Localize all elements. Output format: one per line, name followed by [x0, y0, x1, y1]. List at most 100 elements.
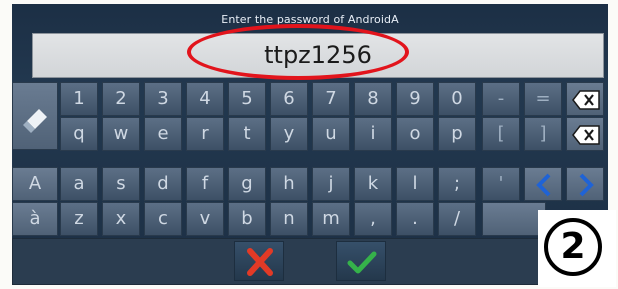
key-label: a	[73, 173, 85, 194]
key-label: g	[241, 173, 253, 194]
backspace-key[interactable]	[566, 117, 604, 151]
key-label: 7	[325, 88, 337, 109]
chevron-left-icon	[536, 173, 551, 197]
key-t[interactable]: t	[228, 117, 266, 151]
key-label: c	[158, 208, 168, 229]
key-label: x	[115, 208, 127, 229]
key-right-bracket[interactable]: ]	[524, 117, 562, 151]
key-equals[interactable]: =	[524, 82, 562, 116]
key-label: ]	[539, 123, 547, 144]
key-8[interactable]: 8	[354, 82, 392, 116]
confirm-button[interactable]	[336, 241, 386, 281]
cursor-left-key[interactable]	[524, 167, 562, 201]
key-1[interactable]: 1	[60, 82, 98, 116]
key-label: n	[283, 208, 295, 229]
key-x[interactable]: x	[102, 202, 140, 236]
key-label: -	[497, 88, 505, 109]
cursor-right-key[interactable]	[566, 167, 604, 201]
key-label: [	[497, 123, 505, 144]
backspace-key-top[interactable]	[566, 82, 604, 116]
key-left-bracket[interactable]: [	[482, 117, 520, 151]
key-comma[interactable]: ,	[354, 202, 392, 236]
shift-key[interactable]: A	[12, 167, 58, 201]
key-c[interactable]: c	[144, 202, 182, 236]
key-6[interactable]: 6	[270, 82, 308, 116]
key-q[interactable]: q	[60, 117, 98, 151]
key-label: w	[113, 123, 129, 144]
key-label: 9	[409, 88, 421, 109]
backspace-icon	[572, 125, 600, 145]
key-5[interactable]: 5	[228, 82, 266, 116]
key-z[interactable]: z	[60, 202, 98, 236]
key-d[interactable]: d	[144, 167, 182, 201]
key-i[interactable]: i	[354, 117, 392, 151]
key-label: 1	[73, 88, 85, 109]
key-label: 6	[283, 88, 295, 109]
key-label: ,	[370, 208, 376, 229]
key-a[interactable]: a	[60, 167, 98, 201]
key-label: z	[74, 208, 84, 229]
backspace-icon	[572, 90, 600, 110]
key-b[interactable]: b	[228, 202, 266, 236]
key-4[interactable]: 4	[186, 82, 224, 116]
space-key[interactable]	[482, 202, 546, 236]
key-7[interactable]: 7	[312, 82, 350, 116]
key-slash[interactable]: /	[438, 202, 476, 236]
key-label: u	[325, 123, 337, 144]
cancel-button[interactable]	[234, 241, 284, 281]
key-label: 0	[451, 88, 463, 109]
key-g[interactable]: g	[228, 167, 266, 201]
accent-key[interactable]: à	[12, 202, 58, 236]
key-v[interactable]: v	[186, 202, 224, 236]
key-period[interactable]: .	[396, 202, 434, 236]
key-u[interactable]: u	[312, 117, 350, 151]
key-j[interactable]: j	[312, 167, 350, 201]
key-p[interactable]: p	[438, 117, 476, 151]
eraser-icon	[23, 109, 47, 133]
on-screen-keyboard: A à 1 2 3 4 5 6 7 8 9 0 - = q w e r t y …	[12, 82, 608, 285]
key-e[interactable]: e	[144, 117, 182, 151]
key-label: ;	[453, 173, 461, 194]
key-label: l	[412, 173, 418, 194]
key-n[interactable]: n	[270, 202, 308, 236]
key-apostrophe[interactable]: '	[482, 167, 520, 201]
action-bar	[12, 238, 608, 285]
key-label: k	[367, 173, 379, 194]
key-label: t	[243, 123, 251, 144]
key-semicolon[interactable]: ;	[438, 167, 476, 201]
key-label: 5	[241, 88, 253, 109]
key-9[interactable]: 9	[396, 82, 434, 116]
key-h[interactable]: h	[270, 167, 308, 201]
key-label: m	[322, 208, 340, 229]
key-y[interactable]: y	[270, 117, 308, 151]
key-label: p	[451, 123, 463, 144]
password-highlight-circle	[187, 24, 409, 80]
key-label: o	[409, 123, 421, 144]
key-label: q	[73, 123, 85, 144]
key-2[interactable]: 2	[102, 82, 140, 116]
key-0[interactable]: 0	[438, 82, 476, 116]
step-number: 2	[544, 218, 602, 276]
key-f[interactable]: f	[186, 167, 224, 201]
key-label: 8	[367, 88, 379, 109]
key-label: d	[157, 173, 169, 194]
key-l[interactable]: l	[396, 167, 434, 201]
key-label: 3	[157, 88, 169, 109]
key-label: e	[157, 123, 169, 144]
key-label: b	[241, 208, 253, 229]
key-r[interactable]: r	[186, 117, 224, 151]
key-m[interactable]: m	[312, 202, 350, 236]
key-k[interactable]: k	[354, 167, 392, 201]
key-minus[interactable]: -	[482, 82, 520, 116]
cancel-icon	[247, 248, 273, 276]
key-label: 4	[199, 88, 211, 109]
key-o[interactable]: o	[396, 117, 434, 151]
key-w[interactable]: w	[102, 117, 140, 151]
key-label: y	[283, 123, 295, 144]
key-3[interactable]: 3	[144, 82, 182, 116]
eraser-key[interactable]	[12, 82, 58, 150]
step-badge: 2	[538, 210, 616, 287]
key-s[interactable]: s	[102, 167, 140, 201]
key-label: j	[328, 173, 334, 194]
key-label: s	[116, 173, 126, 194]
